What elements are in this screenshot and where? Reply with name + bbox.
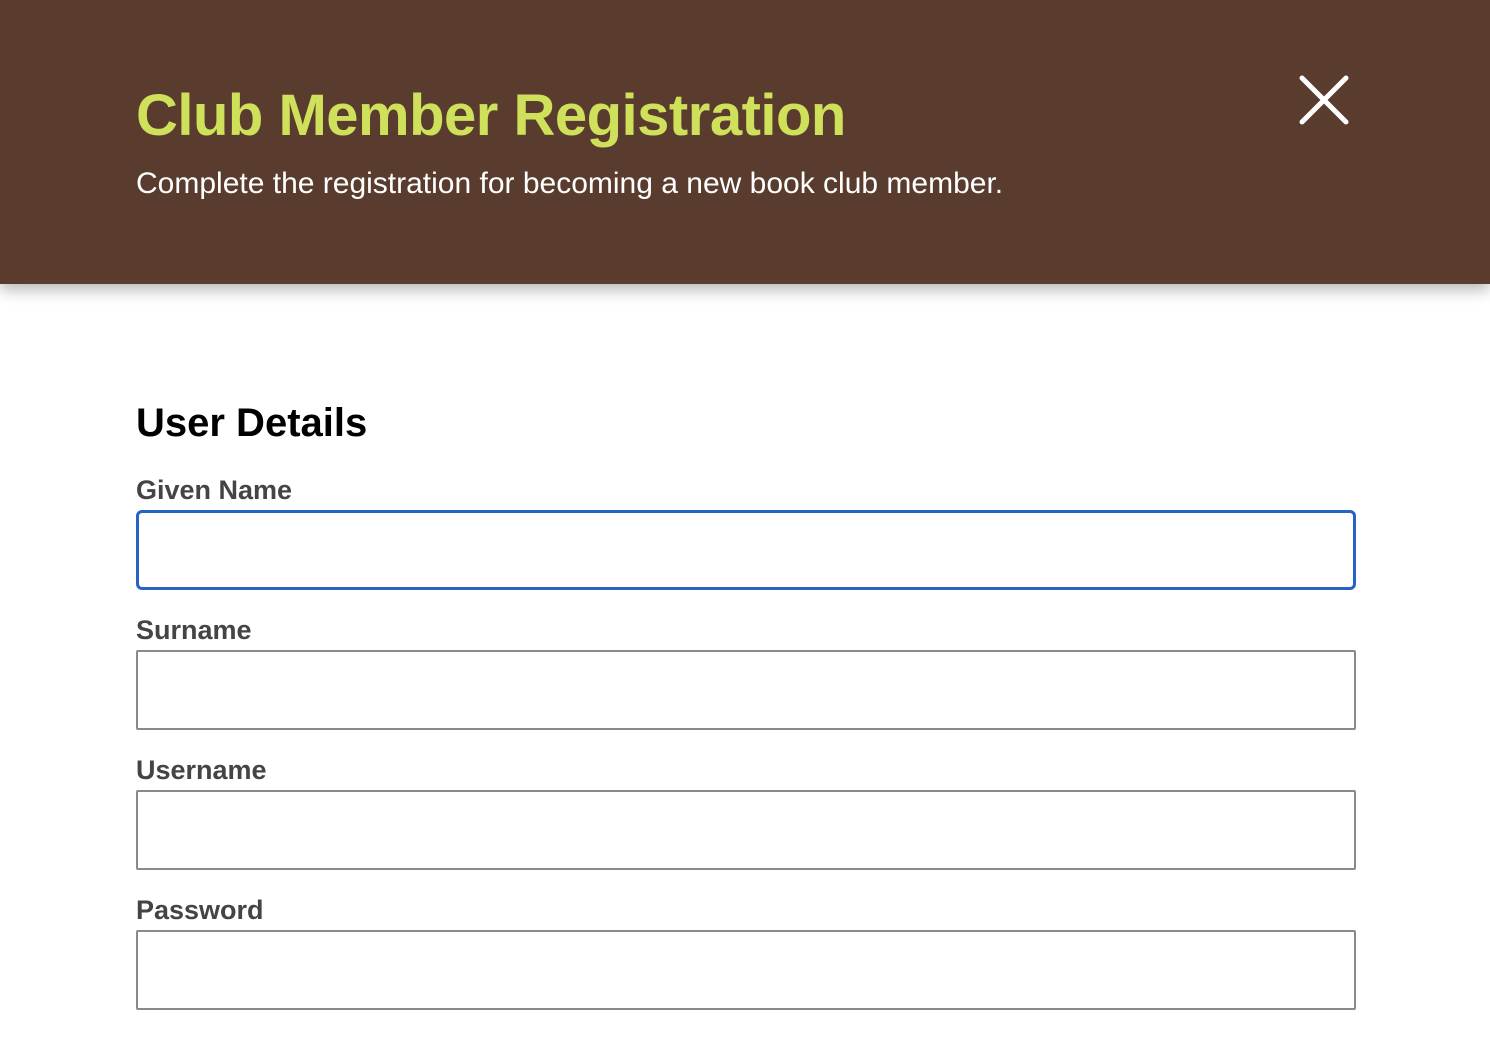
modal-header: Club Member Registration Complete the re…	[0, 0, 1490, 284]
surname-input[interactable]	[136, 650, 1356, 730]
password-label: Password	[136, 895, 264, 925]
given-name-field: Given Name	[136, 474, 1356, 590]
given-name-label: Given Name	[136, 475, 293, 505]
username-input[interactable]	[136, 790, 1356, 870]
username-field: Username	[136, 754, 1356, 870]
close-icon	[1296, 72, 1352, 128]
username-label: Username	[136, 755, 267, 785]
given-name-input[interactable]	[136, 510, 1356, 590]
password-field: Password	[136, 894, 1356, 1010]
surname-field: Surname	[136, 614, 1356, 730]
surname-label: Surname	[136, 615, 252, 645]
section-title-user-details: User Details	[136, 401, 368, 445]
close-button[interactable]	[1296, 72, 1352, 128]
password-input[interactable]	[136, 930, 1356, 1010]
page-subtitle: Complete the registration for becoming a…	[136, 167, 1004, 200]
page-title: Club Member Registration	[136, 83, 846, 148]
